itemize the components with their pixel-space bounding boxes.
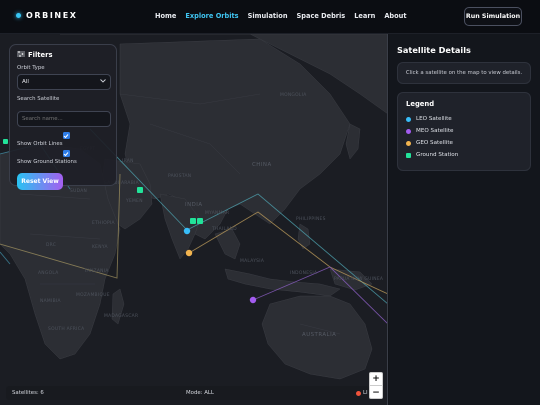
geo-satellite-marker[interactable] (185, 249, 193, 257)
details-hint-card: Click a satellite on the map to view det… (397, 62, 531, 84)
map-label-mozambique: MOZAMBIQUE (76, 292, 110, 298)
legend-card: Legend LEO Satellite MEO Satellite GEO S… (397, 92, 531, 171)
map-label-madagascar: MADAGASCAR (104, 313, 138, 319)
satellite-details-panel: Satellite Details Click a satellite on t… (389, 34, 540, 405)
checkmark-icon (63, 151, 69, 156)
map-label-tanzania: TANZANIA (83, 268, 109, 274)
ground-station-marker[interactable] (3, 139, 8, 144)
legend-label: Ground Station (416, 152, 459, 158)
orbit-type-value: All (22, 79, 29, 85)
leo-satellite-marker[interactable] (183, 227, 191, 235)
show-ground-stations-checkbox[interactable] (62, 150, 70, 157)
map-label-iran: IRAN (122, 158, 134, 164)
nav-about[interactable]: About (384, 12, 406, 20)
map-label-china: CHINA (252, 162, 272, 168)
legend-item-leo: LEO Satellite (406, 116, 522, 122)
zoom-in-button[interactable]: + (370, 373, 382, 386)
legend-item-geo: GEO Satellite (406, 140, 522, 146)
show-orbit-lines-checkbox[interactable] (62, 132, 70, 139)
legend-label: LEO Satellite (416, 116, 452, 122)
map-status-bar: Satellites: 6 Mode: ALL LI (6, 386, 369, 400)
show-orbit-lines-label: Show Orbit Lines (17, 141, 63, 147)
checkmark-icon (63, 133, 69, 138)
legend-label: MEO Satellite (416, 128, 454, 134)
map-label-drc: DRC (46, 242, 56, 248)
leo-dot-icon (406, 116, 411, 122)
map-label-mongolia: MONGOLIA (280, 92, 307, 98)
legend-label: GEO Satellite (416, 140, 453, 146)
search-satellite-input[interactable] (17, 111, 111, 127)
ground-station-square-icon (406, 152, 411, 158)
filters-title: Filters (28, 51, 53, 59)
ground-station-marker[interactable] (197, 218, 203, 224)
satellite-count: Satellites: 6 (12, 390, 44, 396)
meo-dot-icon (406, 128, 411, 134)
orbit-type-select[interactable]: All (17, 74, 111, 90)
run-simulation-button[interactable]: Run Simulation (464, 7, 522, 26)
chevron-down-icon (100, 79, 106, 85)
show-ground-stations-label: Show Ground Stations (17, 159, 77, 165)
live-dot-icon (356, 390, 361, 396)
legend-title: Legend (406, 100, 435, 108)
map-label-pakistan: PAKISTAN (168, 173, 191, 179)
map-label-indonesia: INDONESIA (290, 270, 317, 276)
live-indicator: LI (356, 390, 368, 396)
map-label-south-africa: SOUTH AFRICA (48, 326, 84, 332)
reset-view-button[interactable]: Reset View (17, 173, 63, 190)
nav-home[interactable]: Home (155, 12, 176, 20)
map-label-papua: PAPUA NEW GUINEA (334, 276, 383, 282)
search-satellite-label: Search Satellite (17, 96, 60, 102)
zoom-out-button[interactable]: − (370, 386, 382, 399)
brand-name: ORBINEX (26, 11, 78, 20)
brand-logo[interactable]: ORBINEX (16, 11, 78, 20)
filters-header: Filters (17, 51, 109, 59)
ground-station-marker[interactable] (190, 218, 196, 224)
meo-satellite-marker[interactable] (249, 296, 257, 304)
main-nav: Home Explore Orbits Simulation Space Deb… (155, 12, 407, 20)
map-label-angola: ANGOLA (38, 270, 59, 276)
ground-station-marker[interactable] (137, 187, 143, 193)
top-nav-bar: ORBINEX Home Explore Orbits Simulation S… (0, 0, 540, 34)
legend-item-meo: MEO Satellite (406, 128, 522, 134)
filter-sliders-icon (17, 51, 25, 59)
orbit-type-label: Orbit Type (17, 65, 45, 71)
map-label-philippines: PHILIPPINES (296, 216, 326, 222)
legend-item-ground-station: Ground Station (406, 152, 522, 158)
filters-panel: Filters Orbit Type All Search Satellite … (9, 44, 117, 190)
map-label-yemen: YEMEN (125, 198, 143, 204)
nav-explore-orbits[interactable]: Explore Orbits (185, 12, 238, 20)
map-label-india: INDIA (185, 202, 203, 208)
map-label-australia: AUSTRALIA (302, 332, 336, 338)
nav-simulation[interactable]: Simulation (248, 12, 288, 20)
brand-dot-icon (16, 13, 21, 18)
map-label-ethiopia: ETHIOPIA (92, 220, 115, 226)
map-label-malaysia: MALAYSIA (240, 258, 264, 264)
map-label-thailand: THAILAND (211, 226, 237, 232)
map-label-myanmar: MYANMAR (205, 210, 229, 216)
live-indicator-text: LI (363, 390, 368, 396)
geo-dot-icon (406, 140, 411, 146)
nav-learn[interactable]: Learn (354, 12, 375, 20)
mode-indicator: Mode: ALL (186, 390, 214, 396)
map-label-namibia: NAMIBIA (40, 298, 61, 304)
zoom-control: + − (369, 372, 383, 399)
nav-space-debris[interactable]: Space Debris (297, 12, 346, 20)
details-hint-text: Click a satellite on the map to view det… (405, 70, 523, 76)
map-label-kenya: KENYA (92, 244, 108, 250)
panel-title: Satellite Details (397, 45, 471, 55)
